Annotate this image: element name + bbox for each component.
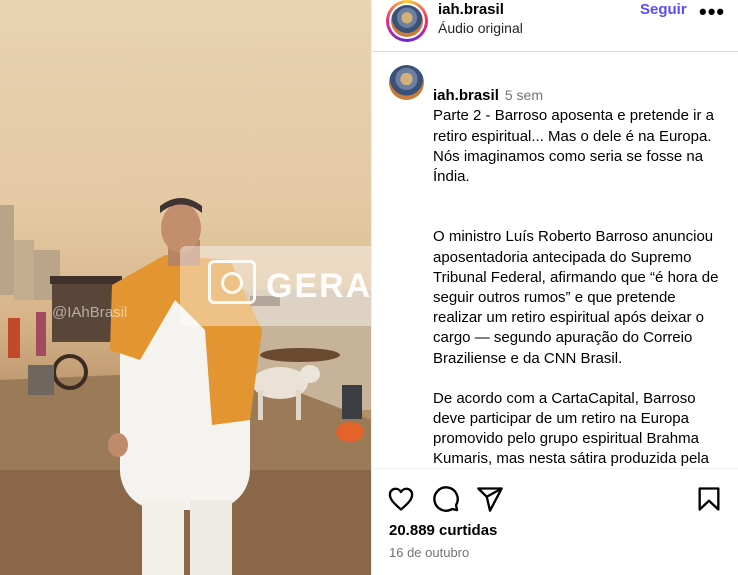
likes-count[interactable]: 20.889 curtidas bbox=[389, 522, 497, 539]
post-header: iah.brasil Áudio original Seguir ••• bbox=[372, 0, 738, 52]
header-username[interactable]: iah.brasil bbox=[438, 1, 504, 18]
comment-icon[interactable] bbox=[432, 485, 460, 513]
bookmark-icon[interactable] bbox=[695, 485, 723, 513]
follow-button[interactable]: Seguir bbox=[640, 1, 687, 18]
post-image[interactable]: GERADO @IAhBrasil bbox=[0, 0, 371, 575]
watermark-text: GERADO bbox=[266, 266, 371, 305]
caption-username[interactable]: iah.brasil bbox=[433, 87, 499, 104]
story-avatar[interactable] bbox=[386, 0, 428, 42]
handle-watermark: @IAhBrasil bbox=[52, 304, 128, 321]
post-date[interactable]: 16 de outubro bbox=[389, 545, 469, 560]
share-icon[interactable] bbox=[476, 485, 504, 513]
more-options-icon[interactable]: ••• bbox=[699, 1, 725, 23]
image-icon bbox=[208, 260, 256, 304]
caption-paragraph-2: O ministro Luís Roberto Barroso anunciou… bbox=[433, 228, 719, 367]
caption-section: iah.brasil 5 sem Parte 2 - Barroso aposen… bbox=[372, 52, 738, 468]
caption-avatar[interactable] bbox=[389, 65, 424, 100]
caption-text: iah.brasil 5 sem Parte 2 - Barroso aposen… bbox=[433, 65, 728, 468]
caption-paragraph-1: Parte 2 - Barroso aposenta e pretende ir… bbox=[433, 107, 715, 186]
heart-icon[interactable] bbox=[387, 485, 415, 513]
caption-paragraph-3: De acordo com a CartaCapital, Barroso de… bbox=[433, 389, 709, 468]
actions-bar: 20.889 curtidas 16 de outubro bbox=[372, 468, 738, 575]
caption-time[interactable]: 5 sem bbox=[505, 87, 543, 103]
audio-link[interactable]: Áudio original bbox=[438, 20, 523, 36]
avatar bbox=[391, 5, 423, 37]
ai-generated-watermark: GERADO bbox=[180, 246, 371, 326]
post-details-panel: iah.brasil Áudio original Seguir ••• iah… bbox=[371, 0, 738, 575]
